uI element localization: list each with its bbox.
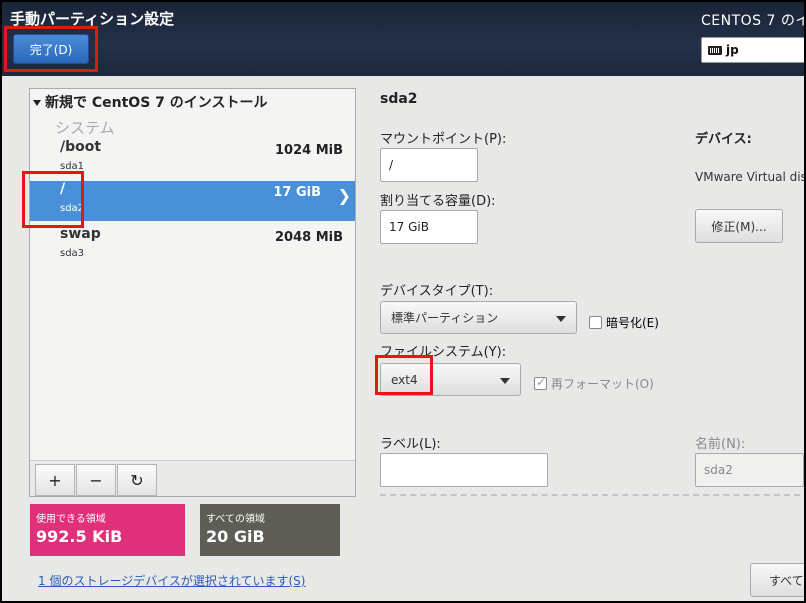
- add-partition-button[interactable]: +: [35, 464, 75, 496]
- expand-triangle-icon: [33, 100, 41, 106]
- total-space-value: 20 GiB: [206, 527, 265, 546]
- filesystem-highlight: [375, 355, 433, 395]
- done-button[interactable]: 完了(D): [13, 34, 89, 64]
- encrypt-checkbox-box[interactable]: [589, 316, 602, 329]
- section-divider: [380, 494, 800, 496]
- chevron-down-icon: [500, 377, 510, 384]
- refresh-icon[interactable]: ↻: [117, 464, 157, 496]
- mount-point-label: マウントポイント(P):: [380, 132, 507, 147]
- keyboard-layout-indicator[interactable]: jp: [701, 37, 804, 63]
- capacity-input[interactable]: 17 GiB: [380, 210, 478, 244]
- installer-window: 手動パーティション設定 完了(D) CENTOS 7 のイ jp 新規で Cen…: [0, 0, 806, 603]
- partition-size: 1024 MiB: [274, 143, 343, 158]
- keyboard-icon: [708, 45, 722, 55]
- device-type-value: 標準パーティション: [391, 311, 499, 325]
- total-space-box: すべての領域 20 GiB: [200, 504, 340, 556]
- device-label: デバイス:: [695, 132, 752, 147]
- reset-all-button[interactable]: すべて: [750, 563, 804, 597]
- partition-device: sda3: [60, 248, 85, 259]
- name-input[interactable]: sda2: [695, 453, 804, 487]
- header-bar: 手動パーティション設定 完了(D) CENTOS 7 のイ jp: [2, 2, 804, 76]
- device-name: VMware Virtual disk: [695, 170, 806, 184]
- available-space-box: 使用できる領域 992.5 KiB: [30, 504, 185, 556]
- reformat-checkbox-box[interactable]: [534, 375, 547, 390]
- name-label: 名前(N):: [695, 437, 746, 452]
- total-space-label: すべての領域: [206, 514, 265, 525]
- partition-size: 2048 MiB: [274, 230, 343, 245]
- capacity-label: 割り当てる容量(D):: [380, 194, 496, 209]
- partition-detail-title: sda2: [380, 91, 418, 107]
- device-type-select[interactable]: 標準パーティション: [380, 301, 577, 334]
- reformat-checkbox[interactable]: 再フォーマット(O): [534, 375, 654, 392]
- selected-row-highlight: [22, 171, 84, 228]
- partition-size: 17 GiB: [273, 185, 321, 200]
- install-group-title[interactable]: 新規で CentOS 7 のインストール: [33, 92, 268, 112]
- chevron-right-icon: ❯: [337, 186, 351, 205]
- available-space-value: 992.5 KiB: [36, 527, 123, 546]
- encrypt-checkbox[interactable]: 暗号化(E): [589, 314, 659, 331]
- reformat-label: 再フォーマット(O): [551, 377, 654, 391]
- storage-devices-link[interactable]: 1 個のストレージデバイスが選択されています(S): [38, 572, 305, 589]
- keyboard-layout-text: jp: [726, 43, 739, 57]
- chevron-down-icon: [556, 315, 566, 322]
- encrypt-label: 暗号化(E): [606, 316, 659, 330]
- partition-row-swap[interactable]: swap sda3 2048 MiB: [30, 226, 355, 266]
- partition-toolbar: + − ↻: [30, 460, 355, 496]
- partition-mount: swap: [60, 226, 101, 242]
- remove-partition-button[interactable]: −: [76, 464, 116, 496]
- available-space-label: 使用できる領域: [36, 514, 106, 525]
- device-type-label: デバイスタイプ(T):: [380, 284, 494, 299]
- partition-list-panel: 新規で CentOS 7 のインストール システム /boot sda1 102…: [29, 88, 356, 497]
- done-button-highlight: 完了(D): [4, 26, 98, 72]
- label-input[interactable]: [380, 453, 548, 487]
- modify-device-button[interactable]: 修正(M)...: [695, 209, 783, 243]
- os-title: CENTOS 7 のイ: [701, 13, 806, 29]
- partition-mount: /boot: [60, 139, 102, 155]
- mount-point-input[interactable]: /: [380, 148, 478, 182]
- install-group-label: 新規で CentOS 7 のインストール: [45, 95, 268, 111]
- system-section-label: システム: [55, 119, 115, 137]
- label-label: ラベル(L):: [380, 437, 441, 452]
